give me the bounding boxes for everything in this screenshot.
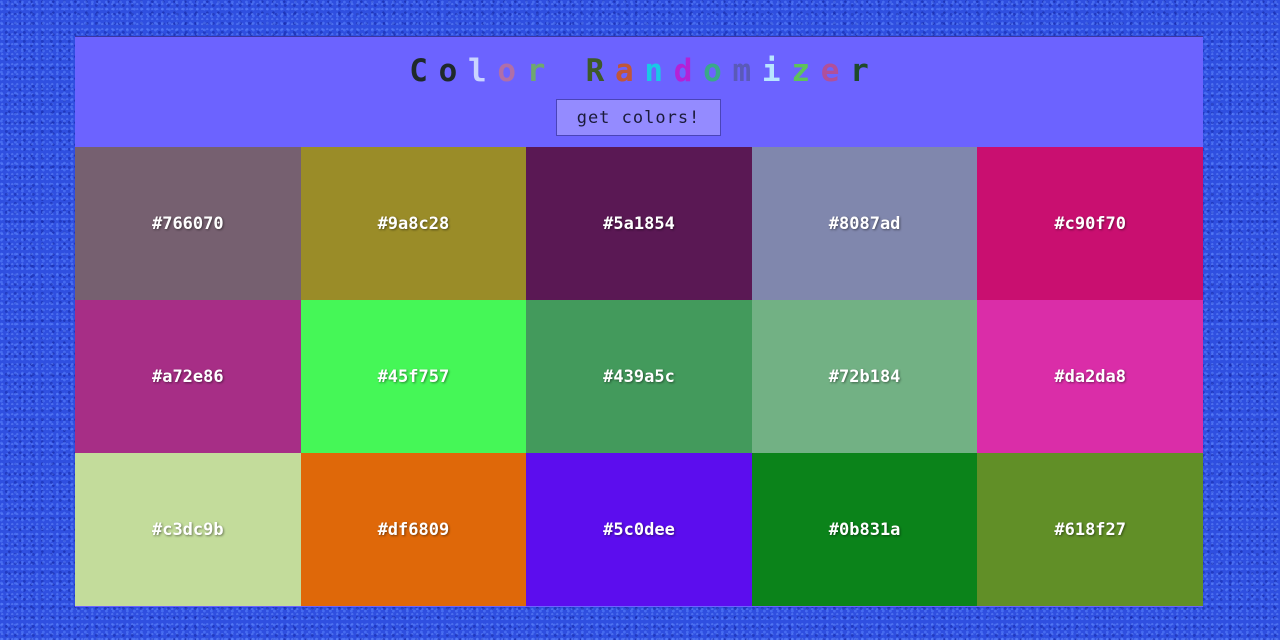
color-swatch[interactable]: #0b831a: [751, 453, 978, 606]
color-swatch[interactable]: #72b184: [751, 300, 978, 453]
color-swatch[interactable]: #5c0dee: [526, 453, 752, 606]
swatch-hex-label: #8087ad: [828, 213, 901, 234]
color-swatch[interactable]: #8087ad: [751, 147, 978, 300]
swatch-hex-label: #df6809: [377, 519, 450, 540]
title-letter: d: [673, 53, 693, 89]
title-letter: a: [614, 53, 634, 89]
swatch-hex-label: #45f757: [377, 366, 450, 387]
swatch-hex-label: #618f27: [1054, 519, 1127, 540]
swatch-hex-label: #9a8c28: [377, 213, 450, 234]
swatch-hex-label: #c90f70: [1054, 213, 1127, 234]
title-letter: R: [585, 53, 605, 89]
color-grid: #766070 #9a8c28 #5a1854 #8087ad #c90f70 …: [75, 147, 1203, 606]
title-letter: r: [526, 53, 546, 89]
color-swatch[interactable]: #439a5c: [526, 300, 752, 453]
color-swatch[interactable]: #da2da8: [977, 300, 1203, 453]
title-letter: o: [497, 53, 517, 89]
header: Color Randomizer get colors!: [75, 37, 1203, 147]
title-letter: r: [850, 53, 869, 89]
title-letter: n: [644, 53, 664, 89]
swatch-hex-label: #439a5c: [603, 366, 675, 387]
swatch-hex-label: #766070: [151, 213, 224, 234]
page-title: Color Randomizer: [75, 53, 1203, 89]
color-swatch[interactable]: #9a8c28: [300, 147, 527, 300]
title-letter: m: [732, 53, 752, 89]
swatch-hex-label: #da2da8: [1054, 366, 1127, 387]
title-letter: e: [820, 53, 840, 89]
swatch-hex-label: #72b184: [828, 366, 901, 387]
color-swatch[interactable]: #5a1854: [526, 147, 752, 300]
title-letter: o: [438, 53, 458, 89]
swatch-hex-label: #c3dc9b: [151, 519, 224, 540]
swatch-hex-label: #0b831a: [828, 519, 901, 540]
swatch-hex-label: #a72e86: [151, 366, 224, 387]
title-letter: l: [468, 53, 487, 89]
swatch-hex-label: #5c0dee: [603, 519, 675, 540]
title-letter: C: [409, 53, 428, 89]
color-swatch[interactable]: #df6809: [300, 453, 527, 606]
title-letter: [551, 53, 580, 89]
swatch-hex-label: #5a1854: [603, 213, 675, 234]
color-swatch[interactable]: #a72e86: [75, 300, 301, 453]
get-colors-button[interactable]: get colors!: [556, 99, 721, 136]
color-randomizer-app: Color Randomizer get colors! #766070 #9a…: [75, 36, 1203, 607]
color-swatch[interactable]: #c90f70: [977, 147, 1203, 300]
color-swatch[interactable]: #766070: [75, 147, 301, 300]
title-letter: i: [761, 53, 781, 89]
title-letter: o: [703, 53, 722, 89]
color-swatch[interactable]: #45f757: [300, 300, 527, 453]
color-swatch[interactable]: #618f27: [977, 453, 1203, 606]
color-swatch[interactable]: #c3dc9b: [75, 453, 301, 606]
title-letter: z: [791, 53, 810, 89]
